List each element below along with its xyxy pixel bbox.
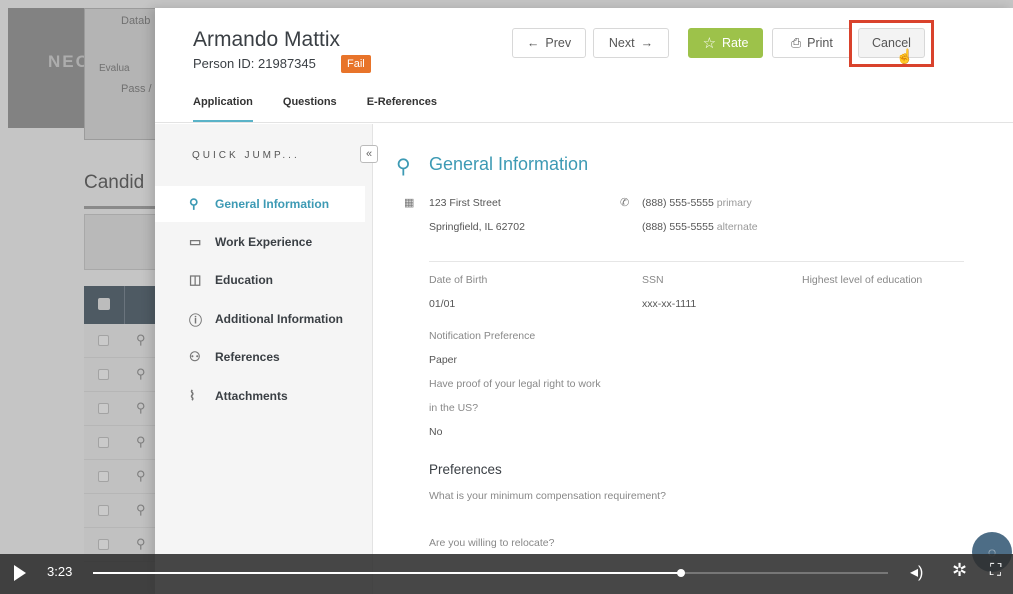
rate-button[interactable]: ☆ Rate: [688, 28, 763, 58]
applicant-name: Armando Mattix: [193, 28, 341, 51]
sidebar-item-label: Work Experience: [215, 235, 313, 249]
volume-icon[interactable]: ◂): [910, 562, 923, 582]
phone-number: (888) 555-5555: [642, 221, 714, 233]
relocate-question: Are you willing to relocate?: [429, 537, 555, 549]
person-icon: ⚲: [396, 156, 411, 178]
quick-jump-sidebar: QUICK JUMP... « ⚲ General Information ▭ …: [155, 124, 378, 594]
video-progress-handle[interactable]: [677, 569, 686, 577]
arrow-right-icon: →: [640, 36, 654, 50]
building-icon: ▦: [404, 197, 415, 209]
fullscreen-icon[interactable]: ⛶: [990, 562, 1001, 580]
printer-icon: ⎙: [791, 35, 802, 50]
arrow-left-icon: ←: [526, 36, 540, 50]
person-id: Person ID: 21987345: [193, 56, 316, 71]
address-line-1: 123 First Street: [429, 197, 501, 209]
tab-questions[interactable]: Questions: [283, 96, 337, 122]
ssn-label: SSN: [642, 274, 664, 286]
phone-alternate: (888) 555-5555 alternate: [642, 221, 758, 233]
info-icon: ⓘ: [189, 312, 203, 328]
video-progress-track[interactable]: [93, 569, 888, 577]
video-time: 3:23: [47, 564, 73, 579]
highlight-annotation: [849, 20, 934, 67]
address-line-2: Springfield, IL 62702: [429, 221, 525, 233]
people-icon: ⚇: [189, 349, 201, 364]
compensation-question: What is your minimum compensation requir…: [429, 490, 666, 502]
print-button[interactable]: ⎙ Print: [772, 28, 852, 58]
print-button-label: Print: [807, 36, 833, 50]
sidebar-item-work-experience[interactable]: ▭ Work Experience: [155, 224, 365, 260]
sidebar-item-references[interactable]: ⚇ References: [155, 339, 365, 375]
sidebar-item-attachments[interactable]: ⌇ Attachments: [155, 378, 365, 414]
tab-e-references[interactable]: E-References: [367, 96, 437, 122]
applicant-modal: Armando Mattix Person ID: 21987345 Fail …: [155, 8, 1013, 594]
phone-number: (888) 555-5555: [642, 197, 714, 209]
sidebar-item-label: General Information: [215, 197, 330, 211]
sidebar-item-general-information[interactable]: ⚲ General Information: [155, 186, 365, 222]
next-button-label: Next: [608, 36, 635, 50]
sidebar-item-education[interactable]: ◫ Education: [155, 262, 365, 298]
ssn-value: xxx-xx-1111: [642, 298, 697, 310]
notification-label: Notification Preference: [429, 330, 536, 342]
section-title: General Information: [429, 154, 589, 174]
sidebar-item-label: Additional Information: [215, 312, 343, 326]
hand-cursor-icon: ☝: [896, 48, 914, 64]
paperclip-icon: ⌇: [189, 388, 196, 403]
sidebar-item-label: Attachments: [215, 389, 288, 403]
status-badge: Fail: [341, 55, 371, 73]
divider: [429, 261, 964, 262]
video-controls: 3:23 ◂) ✲ ⛶: [0, 554, 1013, 594]
next-button[interactable]: Next →: [593, 28, 669, 58]
general-information-section: ⚲ General Information ▦ 123 First Street…: [374, 124, 1013, 594]
phone-tag: primary: [716, 197, 752, 209]
modal-header: Armando Mattix Person ID: 21987345 Fail …: [155, 8, 1013, 123]
graduation-icon: ◫: [189, 272, 202, 287]
phone-tag: alternate: [716, 221, 758, 233]
settings-gear-icon[interactable]: ✲: [952, 560, 967, 581]
legal-answer: No: [429, 426, 443, 438]
legal-question-line-2: in the US?: [429, 402, 479, 414]
prev-button-label: Prev: [545, 36, 572, 50]
star-icon: ☆: [702, 35, 717, 52]
briefcase-icon: ▭: [189, 234, 202, 249]
person-icon: ⚲: [189, 196, 199, 211]
quick-jump-label: QUICK JUMP...: [192, 150, 300, 161]
legal-question-line-1: Have proof of your legal right to work: [429, 378, 601, 390]
education-label: Highest level of education: [802, 274, 923, 286]
rate-button-label: Rate: [722, 36, 749, 50]
preferences-heading: Preferences: [429, 462, 502, 477]
sidebar-item-label: Education: [215, 273, 274, 287]
dob-value: 01/01: [429, 298, 456, 310]
prev-button[interactable]: ← Prev: [512, 28, 586, 58]
sidebar-item-additional-information[interactable]: ⓘ Additional Information: [155, 301, 365, 337]
dob-label: Date of Birth: [429, 274, 488, 286]
tab-application[interactable]: Application: [193, 96, 253, 122]
notification-value: Paper: [429, 354, 458, 366]
tab-bar: Application Questions E-References: [193, 96, 437, 122]
phone-primary: (888) 555-5555 primary: [642, 197, 752, 209]
video-progress-played: [93, 572, 682, 574]
phone-icon: ✆: [620, 197, 630, 209]
sidebar-item-label: References: [215, 350, 280, 364]
play-icon[interactable]: [14, 565, 26, 581]
